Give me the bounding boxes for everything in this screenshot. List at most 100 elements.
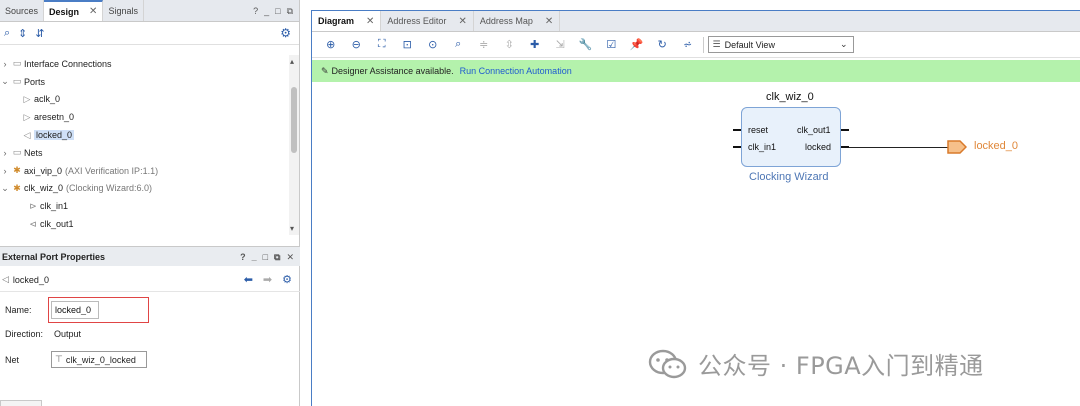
chevron-right-icon[interactable]: › xyxy=(0,148,10,158)
chevron-right-icon[interactable]: › xyxy=(0,166,10,176)
help-icon[interactable]: ? xyxy=(253,6,258,16)
expand-all-icon[interactable]: ⇵ xyxy=(35,27,44,40)
bottom-tab-stub[interactable] xyxy=(0,400,42,406)
auto-fit-selection-icon[interactable]: ⊙ xyxy=(420,35,446,55)
pin-icon: ✎ xyxy=(321,65,329,76)
design-tree: › ▭ Interface Connections ⌄ ▭ Ports ▷ aclk_0 … xyxy=(0,55,300,235)
tree-item-interface-connections[interactable]: › ▭ Interface Connections xyxy=(0,55,300,73)
watermark: 公众号 · FPGA入门到精通 xyxy=(648,346,984,381)
tab-diagram[interactable]: Diagram ✕ xyxy=(312,11,382,31)
float-icon[interactable]: ⧉ xyxy=(274,252,280,263)
pin-locked[interactable]: locked xyxy=(805,142,831,152)
properties-nav: ⬅ ➡ ⚙ xyxy=(244,273,292,286)
window-controls: ? _ □ ⧉ xyxy=(253,0,293,22)
maximize-icon[interactable]: □ xyxy=(263,252,268,262)
validate-design-icon[interactable]: ☑ xyxy=(599,35,625,55)
list-icon: ☰ xyxy=(712,39,721,49)
collapse-icon[interactable]: ≑ xyxy=(471,35,497,55)
tab-signals[interactable]: Signals xyxy=(103,0,144,21)
close-icon[interactable]: ✕ xyxy=(545,16,553,27)
zoom-out-icon[interactable]: ⊖ xyxy=(344,35,370,55)
net-value-box[interactable]: ⊤ clk_wiz_0_locked xyxy=(51,351,147,368)
minimize-icon[interactable]: _ xyxy=(264,6,269,16)
search-icon[interactable]: ⌕ xyxy=(4,27,10,40)
tree-item-aresetn[interactable]: ▷ aresetn_0 xyxy=(0,108,300,126)
properties-header: External Port Properties ? _ □ ⧉ ✕ xyxy=(0,246,300,266)
left-panel: Sources Design ✕ Signals ? _ □ ⧉ ⌕ ⇕ ⇵ ⚙ … xyxy=(0,0,300,406)
float-icon[interactable]: ⧉ xyxy=(287,6,293,17)
pin-icon[interactable]: 📌 xyxy=(624,35,650,55)
pin-stub xyxy=(841,146,849,148)
collapse-all-icon[interactable]: ⇕ xyxy=(18,27,27,40)
input-port-icon: ▷ xyxy=(23,93,31,104)
tree-scrollbar[interactable]: ▴ ▾ xyxy=(289,55,299,235)
maximize-icon[interactable]: □ xyxy=(275,6,280,16)
block-ip-name: Clocking Wizard xyxy=(749,171,829,183)
regenerate-layout-icon[interactable]: ↻ xyxy=(650,35,676,55)
forward-arrow-icon[interactable]: ➡ xyxy=(263,273,272,286)
direction-row: Direction: Output xyxy=(5,329,82,339)
scroll-down-icon[interactable]: ▾ xyxy=(290,224,294,233)
diagram-toolbar: ⊕ ⊖ ⛶ ⊡ ⊙ ⌕ ≑ ⇳ ✚ ⇲ 🔧 ☑ 📌 ↻ ⩫ ☰ Default … xyxy=(312,32,1080,58)
tree-item-clk-out1[interactable]: ⊲ clk_out1 xyxy=(0,215,300,233)
zoom-fit-icon[interactable]: ⛶ xyxy=(369,35,395,55)
pin-clk-out1[interactable]: clk_out1 xyxy=(797,125,831,135)
net-icon: ⊤ xyxy=(55,354,63,364)
add-ip-icon[interactable]: ✚ xyxy=(522,35,548,55)
tab-design[interactable]: Design ✕ xyxy=(44,0,104,21)
minimize-icon[interactable]: _ xyxy=(252,252,257,262)
toolbar-separator xyxy=(702,36,704,53)
close-icon[interactable]: ✕ xyxy=(286,252,294,263)
back-arrow-icon[interactable]: ⬅ xyxy=(244,273,253,286)
net-label: Net xyxy=(5,355,20,365)
designer-assistance-banner: ✎ Designer Assistance available. Run Con… xyxy=(312,60,1080,82)
tree-item-locked[interactable]: ◁ locked_0 xyxy=(0,126,300,144)
output-port-icon[interactable] xyxy=(947,140,967,154)
tab-address-map[interactable]: Address Map ✕ xyxy=(474,11,561,31)
chevron-right-icon[interactable]: › xyxy=(0,59,10,69)
pin-reset[interactable]: reset xyxy=(748,125,768,135)
close-icon[interactable]: ✕ xyxy=(458,16,466,27)
output-port-icon: ◁ xyxy=(23,129,31,140)
search-icon[interactable]: ⌕ xyxy=(446,35,472,55)
chevron-down-icon[interactable]: ⌄ xyxy=(0,183,10,194)
tree-item-ports[interactable]: ⌄ ▭ Ports xyxy=(0,73,300,91)
folder-icon: ▭ xyxy=(12,76,22,87)
tree-item-nets[interactable]: › ▭ Nets xyxy=(0,144,300,162)
help-icon[interactable]: ? xyxy=(240,252,246,262)
ip-icon: ✱ xyxy=(13,182,21,193)
properties-window-controls: ? _ □ ⧉ ✕ xyxy=(240,246,294,268)
properties-object-bar: ◁ locked_0 ⬅ ➡ ⚙ xyxy=(0,268,300,292)
make-external-icon[interactable]: ⇲ xyxy=(548,35,574,55)
clk-wiz-block[interactable] xyxy=(741,107,841,167)
tab-address-editor[interactable]: Address Editor ✕ xyxy=(381,11,474,31)
expand-icon[interactable]: ⇳ xyxy=(497,35,523,55)
design-toolbar: ⌕ ⇕ ⇵ ⚙ xyxy=(0,22,299,45)
tree-item-clk-in1[interactable]: ⊳ clk_in1 xyxy=(0,197,300,215)
tree-item-aclk[interactable]: ▷ aclk_0 xyxy=(0,91,300,109)
properties-wrench-icon[interactable]: 🔧 xyxy=(573,35,599,55)
tree-item-axi-vip[interactable]: › ✱ axi_vip_0 (AXI Verification IP:1.1) xyxy=(0,162,300,180)
zoom-in-icon[interactable]: ⊕ xyxy=(318,35,344,55)
zoom-area-icon[interactable]: ⊡ xyxy=(395,35,421,55)
scroll-up-icon[interactable]: ▴ xyxy=(290,57,294,66)
close-icon[interactable]: ✕ xyxy=(366,16,374,27)
name-field[interactable] xyxy=(51,301,99,319)
view-select[interactable]: ☰ Default View ⌄ xyxy=(707,36,854,53)
gear-icon[interactable]: ⚙ xyxy=(280,26,291,40)
net-wire[interactable] xyxy=(849,146,949,148)
optimize-routing-icon[interactable]: ⩫ xyxy=(675,35,701,55)
gear-icon[interactable]: ⚙ xyxy=(282,273,292,286)
tree-item-clk-wiz[interactable]: ⌄ ✱ clk_wiz_0 (Clocking Wizard:6.0) xyxy=(0,180,300,198)
clock-out-icon: ⊲ xyxy=(29,218,37,229)
pin-clk-in1[interactable]: clk_in1 xyxy=(748,142,776,152)
properties-object-name: locked_0 xyxy=(12,274,49,285)
block-instance-name: clk_wiz_0 xyxy=(766,91,814,103)
run-connection-automation-link[interactable]: Run Connection Automation xyxy=(460,66,572,76)
tab-sources[interactable]: Sources xyxy=(0,0,45,21)
close-icon[interactable]: ✕ xyxy=(89,6,97,17)
external-port-label[interactable]: locked_0 xyxy=(974,140,1018,152)
scrollbar-thumb[interactable] xyxy=(291,87,297,153)
input-port-icon: ▷ xyxy=(23,111,31,122)
chevron-down-icon[interactable]: ⌄ xyxy=(0,76,10,87)
